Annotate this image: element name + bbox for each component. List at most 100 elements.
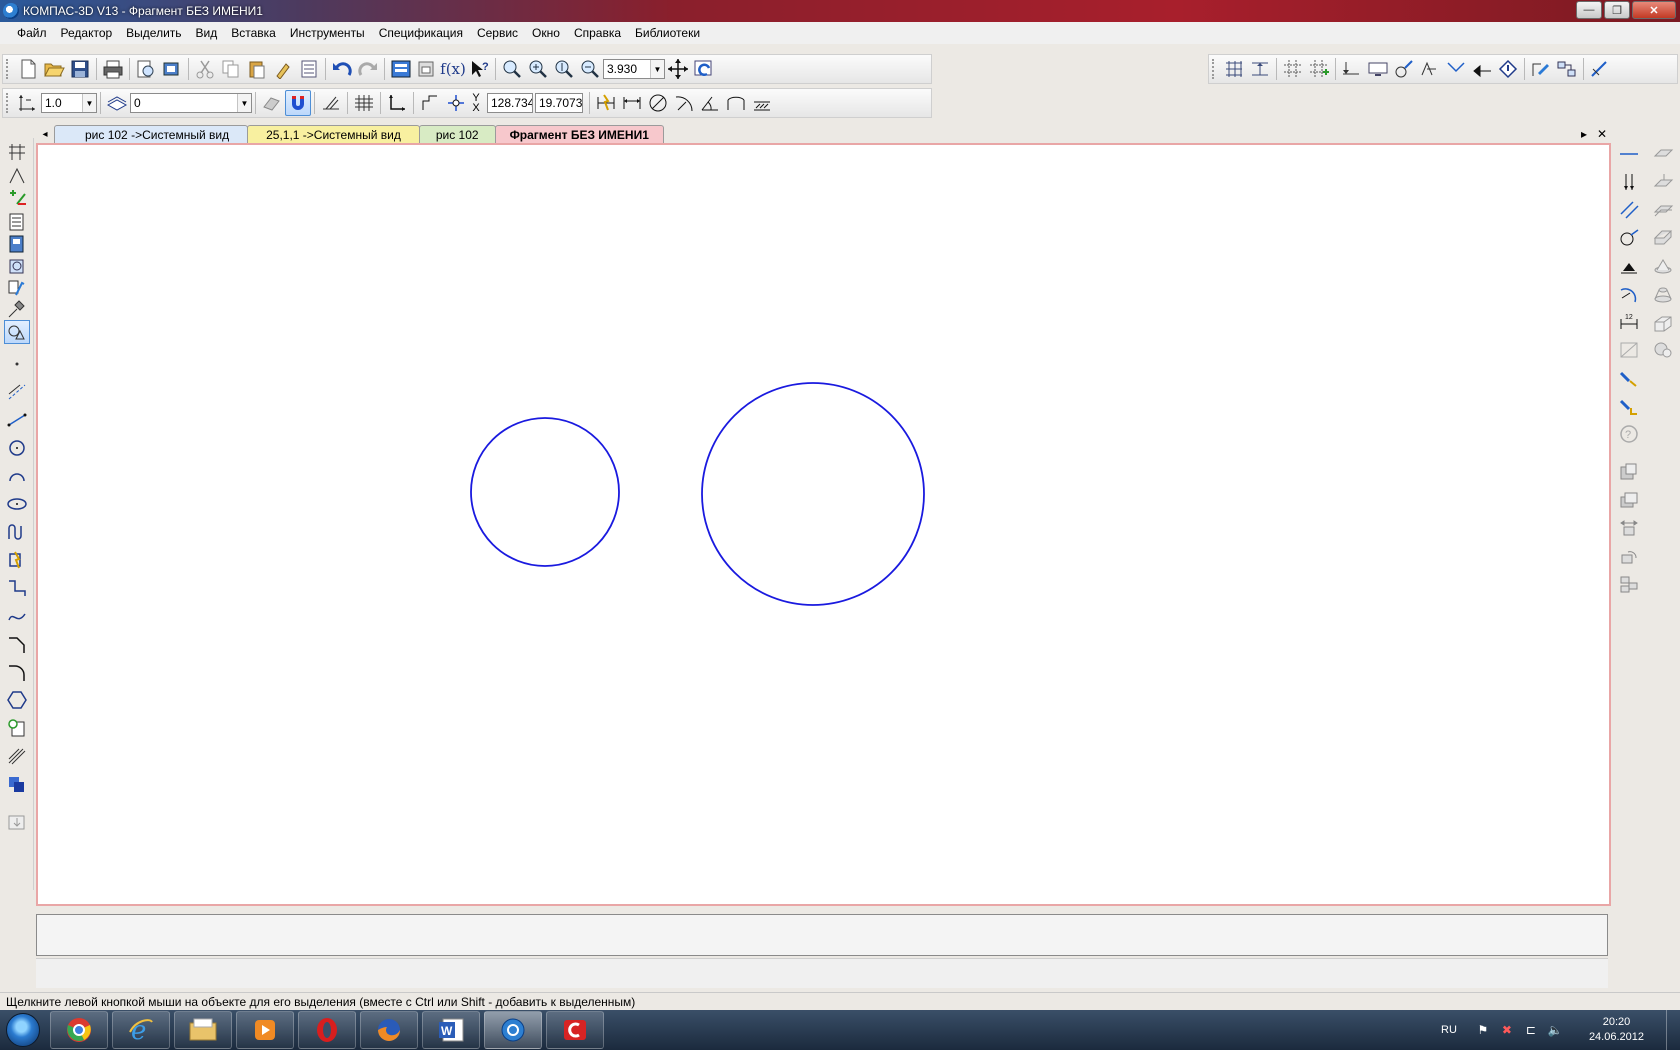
taskbar-word[interactable]: W [422, 1011, 480, 1049]
diameter-dim-icon[interactable] [645, 90, 671, 116]
menu-tools[interactable]: Инструменты [283, 26, 372, 40]
open-icon[interactable] [41, 56, 67, 82]
insert-view-icon[interactable] [4, 810, 30, 834]
scale-object-icon[interactable] [1616, 516, 1642, 540]
plane-icon[interactable] [1650, 142, 1676, 166]
manager-icon[interactable] [159, 56, 185, 82]
drawing-canvas[interactable] [36, 143, 1611, 906]
refresh-icon[interactable] [691, 56, 717, 82]
taskbar-media-player[interactable] [236, 1011, 294, 1049]
tree-icon[interactable] [388, 56, 414, 82]
loft-icon[interactable] [1650, 282, 1676, 306]
taskbar-chrome[interactable] [50, 1011, 108, 1049]
taskbar-ie[interactable]: e [112, 1011, 170, 1049]
taskbar-kompas[interactable] [484, 1011, 542, 1049]
menu-window[interactable]: Окно [525, 26, 567, 40]
angle-dim-icon[interactable] [697, 90, 723, 116]
select-tab-icon[interactable] [4, 276, 30, 300]
copy-icon[interactable] [218, 56, 244, 82]
small-circle[interactable] [470, 417, 620, 567]
tab-scroll-right-icon[interactable]: ▸ [1575, 125, 1593, 143]
step-icon[interactable] [417, 90, 443, 116]
fillet-tool-icon[interactable] [4, 660, 30, 684]
kompas-app-icon[interactable] [3, 3, 19, 19]
menu-service[interactable]: Сервис [470, 26, 525, 40]
copy-properties-icon[interactable] [270, 56, 296, 82]
spline-tool-icon[interactable] [4, 520, 30, 544]
tangent-icon[interactable] [1616, 226, 1642, 250]
taskbar-firefox[interactable] [360, 1011, 418, 1049]
menu-edit[interactable]: Редактор [54, 26, 120, 40]
arc-tool-icon[interactable] [4, 464, 30, 488]
chevron-down-icon[interactable]: ▼ [237, 94, 251, 112]
tab-scroll-left-icon[interactable]: ◂ [36, 125, 54, 143]
segment-tool-icon[interactable] [4, 408, 30, 432]
hatch-icon[interactable] [749, 90, 775, 116]
minimize-button[interactable]: — [1576, 1, 1602, 19]
connection-icon[interactable]: ⊏ [1523, 1022, 1539, 1038]
geometry-grid-icon[interactable] [1221, 56, 1247, 82]
undo-icon[interactable] [329, 56, 355, 82]
geometry-tab-icon[interactable] [4, 140, 30, 164]
chamfer-tool-icon[interactable] [4, 632, 30, 656]
zoom-scale-icon[interactable] [551, 56, 577, 82]
chevron-down-icon[interactable]: ▼ [82, 94, 96, 112]
circle-tool-icon[interactable] [4, 436, 30, 460]
designations-tab-icon[interactable] [4, 186, 30, 210]
taskbar-explorer[interactable] [174, 1011, 232, 1049]
menu-view[interactable]: Вид [189, 26, 225, 40]
volume-icon[interactable]: 🔈 [1547, 1022, 1563, 1038]
coord-x-field[interactable]: 128.734 [487, 93, 533, 113]
menu-libraries[interactable]: Библиотеки [628, 26, 707, 40]
show-desktop-button[interactable] [1666, 1010, 1680, 1050]
screen-icon[interactable] [1365, 56, 1391, 82]
param-tab-icon[interactable] [4, 232, 30, 256]
bezier-tool-icon[interactable] [4, 604, 30, 628]
maximize-button[interactable]: ❐ [1604, 1, 1630, 19]
symbols-icon[interactable] [1339, 56, 1365, 82]
large-circle[interactable] [701, 382, 925, 606]
fix-dim-icon[interactable]: 12 [1616, 310, 1642, 334]
ortho-icon[interactable] [318, 90, 344, 116]
dimensions-tab-icon[interactable] [4, 164, 30, 188]
variables-fx-icon[interactable]: f(x) [440, 56, 466, 82]
reports-tab-icon[interactable] [4, 320, 30, 344]
close-button[interactable]: ✕ [1632, 1, 1676, 19]
auxiliary-line-icon[interactable] [4, 380, 30, 404]
toolbar-grip[interactable] [1212, 59, 1218, 79]
cs-axes-icon[interactable] [384, 90, 410, 116]
constraint-show-icon[interactable] [1616, 366, 1642, 390]
plane-offset-icon[interactable] [1650, 170, 1676, 194]
cut-icon[interactable] [192, 56, 218, 82]
shell-icon[interactable] [1650, 310, 1676, 334]
auto-line-icon[interactable] [4, 548, 30, 572]
measure-tab-icon[interactable] [4, 254, 30, 278]
language-indicator[interactable]: RU [1441, 1024, 1457, 1036]
polyline-tool-icon[interactable] [4, 576, 30, 600]
property-panel[interactable] [36, 914, 1608, 956]
radius-dim-icon[interactable] [671, 90, 697, 116]
pan-icon[interactable] [665, 56, 691, 82]
redo-icon[interactable] [355, 56, 381, 82]
arc-dim-icon[interactable] [723, 90, 749, 116]
tolerance-icon[interactable] [1391, 56, 1417, 82]
copy-object-icon[interactable] [1616, 460, 1642, 484]
menu-specification[interactable]: Спецификация [372, 26, 470, 40]
rotate-object-icon[interactable] [1616, 544, 1642, 568]
line-weight-combo[interactable]: 1.0 ▼ [41, 93, 97, 113]
revolve-icon[interactable] [1650, 254, 1676, 278]
dim-auto-icon[interactable] [593, 90, 619, 116]
horizontal-line-icon[interactable] [1616, 142, 1642, 166]
grid-add-icon[interactable] [1306, 56, 1332, 82]
snap-magnet-icon[interactable] [285, 90, 311, 116]
fill-tool-icon[interactable] [4, 772, 30, 796]
zoom-all-icon[interactable] [577, 56, 603, 82]
gear-icon[interactable] [1650, 338, 1676, 362]
constraint-delete-icon[interactable] [1616, 394, 1642, 418]
leader-icon[interactable] [1443, 56, 1469, 82]
insert-fragment-icon[interactable] [414, 56, 440, 82]
zoom-in-icon[interactable] [525, 56, 551, 82]
tab-25-1-1-system-view[interactable]: 25,1,1 ->Системный вид [247, 125, 420, 143]
ellipse-tool-icon[interactable] [4, 492, 30, 516]
arc-tangent-icon[interactable] [1616, 282, 1642, 306]
